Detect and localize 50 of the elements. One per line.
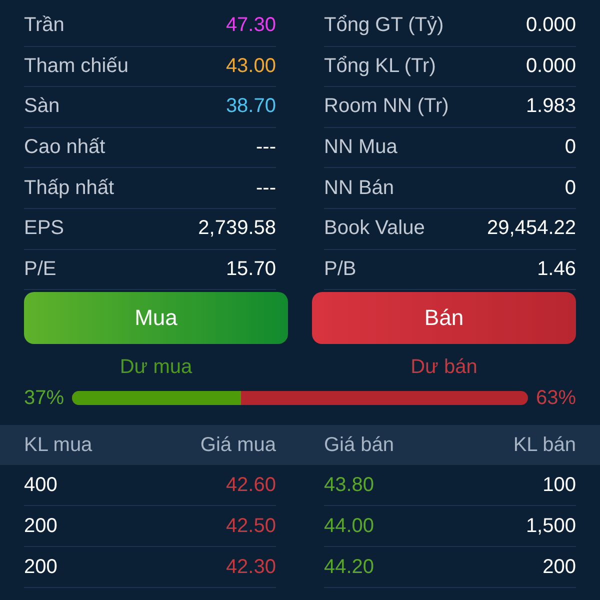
stat-value: 0	[564, 136, 576, 160]
sell-percent: 63%	[536, 386, 576, 410]
buy-volume-cell: 200	[24, 556, 58, 579]
buy-percent: 37%	[24, 386, 64, 410]
column-header: KL mua	[24, 434, 92, 457]
buy-price-cell: 42.50	[226, 514, 276, 538]
buy-price-cell: 42.60	[226, 474, 276, 497]
column-header: Giá mua	[200, 434, 276, 457]
sell-volume-cell: 1,500	[526, 514, 576, 538]
stat-value: 15.70	[226, 258, 276, 281]
stat-label: P/E	[24, 258, 56, 281]
stat-value: 1.983	[526, 95, 576, 118]
stat-label: NN Mua	[324, 136, 398, 160]
stat-value: ---	[256, 176, 276, 200]
stat-label: Trần	[24, 14, 64, 38]
sell-surplus-label: Dư bán	[410, 356, 478, 380]
stat-value: 2,739.58	[198, 217, 276, 240]
stat-label: Tham chiếu	[24, 54, 128, 78]
sell-volume-cell: 100	[542, 474, 576, 497]
stat-value: ---	[256, 136, 276, 160]
buy-volume-cell: 200	[24, 514, 58, 538]
buy-button[interactable]: Mua	[24, 292, 288, 344]
buy-surplus-label: Dư mua	[118, 356, 194, 380]
stat-label: Tổng KL (Tr)	[324, 54, 436, 78]
stat-label: Room NN (Tr)	[324, 95, 449, 118]
buy-price-cell: 42.30	[226, 556, 276, 579]
sell-price-cell: 44.00	[324, 514, 374, 538]
stat-value: 0	[564, 176, 576, 200]
stat-label: EPS	[24, 217, 64, 240]
sell-button[interactable]: Bán	[312, 292, 576, 344]
sell-volume-cell: 200	[542, 556, 576, 579]
sell-price-cell: 44.20	[324, 556, 374, 579]
stat-label: Tổng GT (Tỷ)	[324, 14, 444, 38]
stat-label: Thấp nhất	[24, 176, 114, 200]
stat-label: Sàn	[24, 95, 60, 118]
buy-volume-cell: 400	[24, 474, 58, 497]
stat-value: 0.000	[526, 54, 576, 78]
stat-value: 0.000	[526, 14, 576, 38]
stat-value: 47.30	[226, 14, 276, 38]
stat-label: NN Bán	[324, 176, 394, 200]
column-header: Giá bán	[324, 434, 394, 457]
stat-label: Book Value	[324, 217, 425, 240]
sell-price-cell: 43.80	[324, 474, 374, 497]
stat-label: P/B	[324, 258, 356, 281]
stat-label: Cao nhất	[24, 136, 106, 160]
stat-value: 29,454.22	[487, 217, 576, 240]
stat-value: 38.70	[226, 95, 276, 118]
stat-value: 43.00	[226, 54, 276, 78]
stat-value: 1.46	[537, 258, 576, 281]
column-header: KL bán	[513, 434, 576, 457]
